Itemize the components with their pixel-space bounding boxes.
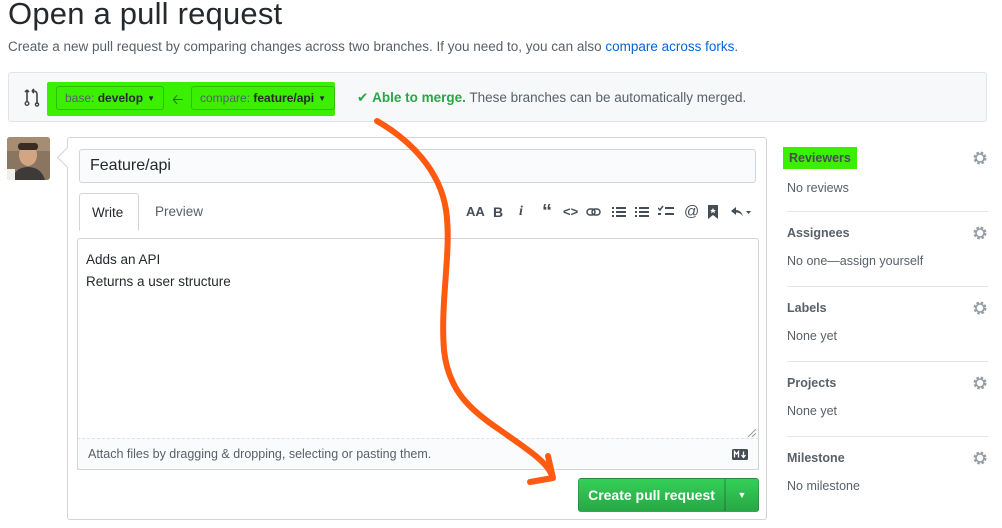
attach-files-bar[interactable]: Attach files by dragging & dropping, sel… [77,429,759,470]
base-label: base: [65,91,95,105]
ordered-list-icon[interactable] [635,205,649,219]
compare-branch-select[interactable]: compare: feature/api ▼ [191,86,335,110]
page-subtitle: Create a new pull request by comparing c… [8,39,738,54]
italic-icon[interactable]: i [514,203,528,221]
reply-icon[interactable] [730,205,752,219]
avatar[interactable] [7,137,50,180]
sidebar-item-reviewers: Reviewers No reviews [783,137,988,212]
tab-preview[interactable]: Preview [143,193,215,231]
sidebar-item-labels: Labels None yet [787,287,988,362]
sidebar-item-milestone: Milestone No milestone [787,437,988,512]
sidebar-heading[interactable]: Projects [787,376,836,390]
merge-status-label: Able to merge. [372,90,466,105]
sidebar-heading[interactable]: Milestone [787,451,845,465]
create-pull-request-button[interactable]: Create pull request [578,478,725,512]
sidebar-value[interactable]: No one—assign yourself [787,254,923,268]
editor-tabs: Write Preview AA B i “ <> @ [79,193,758,231]
arrow-left-icon: 🡠 [172,91,184,107]
gear-icon[interactable] [972,300,988,316]
check-icon: ✔ [357,90,369,105]
base-branch-value: develop [97,91,144,105]
sidebar-value: None yet [787,404,838,418]
chevron-down-icon[interactable]: ▼ [725,478,759,512]
sidebar-value: No milestone [787,479,860,493]
submit-button-group: Create pull request ▼ [578,478,759,512]
sidebar-heading[interactable]: Labels [787,301,827,315]
chevron-down-icon: ▼ [147,94,155,103]
branch-range-selector: base: develop ▼ 🡠 compare: feature/api ▼ ✔… [8,72,987,122]
unordered-list-icon[interactable] [612,205,626,219]
bookmark-icon[interactable] [707,205,721,219]
subtitle-suffix: . [734,39,739,54]
tab-write[interactable]: Write [79,193,139,231]
merge-status: ✔ Able to merge. These branches can be a… [357,90,746,106]
compare-branch-value: feature/api [253,91,315,105]
subtitle-text: Create a new pull request by comparing c… [8,39,606,54]
body-line-2: Returns a user structure [86,274,231,289]
title-input[interactable]: Feature/api [79,149,756,183]
sidebar-heading[interactable]: Reviewers [783,147,857,169]
pull-request-form: Feature/api Write Preview AA B i “ <> @ … [67,137,767,520]
page-title: Open a pull request [8,0,283,31]
user-photo [7,137,50,180]
base-branch-select[interactable]: base: develop ▼ [56,86,164,110]
attach-hint: Attach files by dragging & dropping, sel… [88,447,432,461]
markdown-icon [732,449,748,460]
compare-label: compare: [200,91,251,105]
sidebar-item-assignees: Assignees No one—assign yourself [787,212,988,287]
link-icon[interactable] [586,205,601,219]
gear-icon[interactable] [972,225,988,241]
quote-icon[interactable]: “ [540,202,554,222]
sidebar-value: No reviews [787,181,849,195]
mention-icon[interactable]: @ [684,203,699,221]
merge-status-note: These branches can be automatically merg… [465,90,747,105]
task-list-icon[interactable] [658,205,674,219]
compare-across-forks-link[interactable]: compare across forks [605,39,734,54]
body-line-1: Adds an API [86,252,161,267]
git-compare-icon [24,88,40,107]
heading-icon[interactable]: AA [466,203,485,221]
markdown-toolbar: AA B i “ <> @ [466,201,752,223]
description-textarea[interactable]: Adds an API Returns a user structure [77,238,759,470]
resize-handle-icon[interactable] [748,429,756,437]
sidebar-item-projects: Projects None yet [787,362,988,437]
sidebar-heading[interactable]: Assignees [787,226,850,240]
chevron-down-icon: ▼ [318,94,326,103]
gear-icon[interactable] [972,375,988,391]
gear-icon[interactable] [972,450,988,466]
bold-icon[interactable]: B [491,203,505,221]
sidebar-value: None yet [787,329,838,343]
gear-icon[interactable] [972,150,988,166]
code-icon[interactable]: <> [563,203,578,221]
